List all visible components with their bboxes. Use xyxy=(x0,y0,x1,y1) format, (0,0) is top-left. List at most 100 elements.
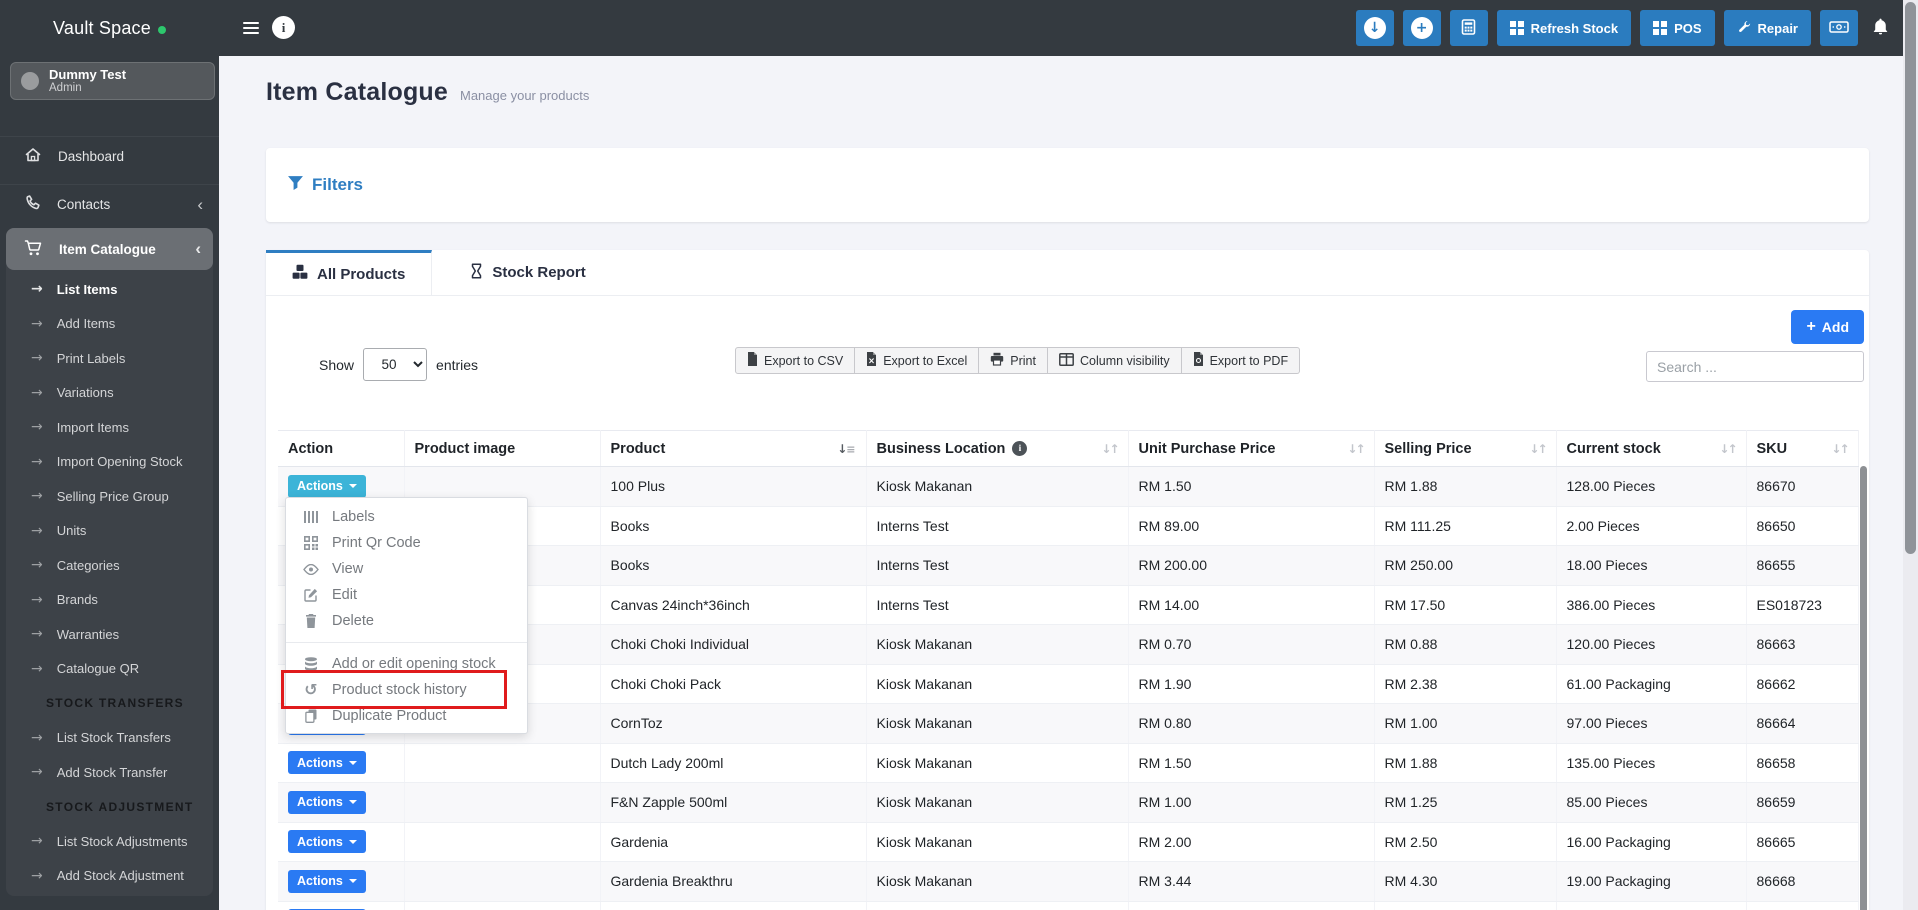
sidebar-item-contacts[interactable]: Contacts ‹ xyxy=(0,184,219,224)
download-circle-button[interactable]: ↓ xyxy=(1355,10,1394,46)
col-selling-price[interactable]: Selling Price ↓↑ xyxy=(1374,430,1557,467)
page-scrollbar-thumb[interactable] xyxy=(1905,2,1916,554)
current-stock-cell: 18.00 Pieces xyxy=(1556,545,1747,586)
purchase-price-cell: RM 0.80 xyxy=(1128,703,1375,744)
table-row: Actions F&N Zapple 500ml Kiosk Makanan R… xyxy=(278,782,1859,823)
page-size-control: Show 50 entries xyxy=(319,348,478,381)
col-current-stock[interactable]: Current stock ↓↑ xyxy=(1556,430,1747,467)
export-csv-button[interactable]: Export to CSV xyxy=(735,347,856,374)
caret-down-icon xyxy=(348,839,357,844)
hourglass-icon xyxy=(470,262,483,283)
table-row: Actions Gardenia Breakthru Kiosk Makanan… xyxy=(278,861,1859,902)
search-input[interactable] xyxy=(1646,351,1864,382)
selling-price-cell: RM 0.88 xyxy=(1374,624,1557,665)
filters-card: Filters xyxy=(266,148,1869,222)
arrow-right-icon: → xyxy=(31,488,43,505)
cash-register-button[interactable] xyxy=(1820,10,1858,46)
menu-item-print-qr-code[interactable]: Print Qr Code xyxy=(286,530,527,556)
print-button[interactable]: Print xyxy=(979,347,1048,374)
current-stock-cell: 386.00 Pieces xyxy=(1556,585,1747,625)
col-action: Action xyxy=(278,430,405,467)
menu-item-view[interactable]: View xyxy=(286,556,527,582)
sidebar-item-add-stock-adjustment[interactable]: → Add Stock Adjustment xyxy=(6,859,213,894)
add-circle-button[interactable]: + xyxy=(1402,10,1441,46)
filters-toggle[interactable]: Filters xyxy=(287,174,363,196)
sidebar-item-selling-price-group[interactable]: → Selling Price Group xyxy=(6,479,213,514)
sku-cell: 86663 xyxy=(1746,624,1859,665)
arrow-right-icon: → xyxy=(31,453,43,470)
calculator-button[interactable] xyxy=(1449,10,1488,46)
current-stock-cell: 85.00 Pieces xyxy=(1556,782,1747,823)
sidebar-item-brands[interactable]: → Brands xyxy=(6,583,213,618)
hamburger-menu-icon[interactable] xyxy=(243,19,261,35)
wrench-icon xyxy=(1737,20,1751,37)
phone-icon xyxy=(24,194,41,215)
purchase-price-cell: RM 3.44 xyxy=(1128,861,1375,902)
arrow-right-icon: → xyxy=(31,315,43,332)
export-pdf-button[interactable]: Export to PDF xyxy=(1181,347,1301,374)
refresh-stock-button[interactable]: Refresh Stock xyxy=(1496,10,1632,46)
brand: Vault Space xyxy=(0,0,219,56)
product-cell: Gardenia Breakthru xyxy=(600,861,867,902)
location-cell: Kiosk Makanan xyxy=(866,664,1129,704)
pos-button[interactable]: POS xyxy=(1640,10,1715,46)
col-product[interactable]: Product ↓≡ xyxy=(600,430,867,467)
printer-icon xyxy=(990,352,1004,369)
purchase-price-cell: RM 0.70 xyxy=(1128,624,1375,665)
product-cell: Gardenia xyxy=(600,822,867,862)
info-circle-icon[interactable]: i xyxy=(1012,441,1028,456)
row-actions-button[interactable]: Actions xyxy=(288,869,366,893)
product-cell: Books xyxy=(600,506,867,546)
export-excel-button[interactable]: Export to Excel xyxy=(855,347,980,374)
selling-price-cell xyxy=(1374,901,1557,910)
sidebar-item-dashboard[interactable]: Dashboard xyxy=(0,136,219,176)
table-scrollbar[interactable] xyxy=(1860,466,1867,910)
tab-all-products[interactable]: All Products xyxy=(266,250,433,295)
sort-icon: ↓↑ xyxy=(1101,441,1119,456)
sidebar-item-warranties[interactable]: → Warranties xyxy=(6,617,213,652)
sidebar-item-list-items[interactable]: → List Items xyxy=(6,272,213,307)
bell-icon xyxy=(1872,17,1889,39)
sidebar-item-categories[interactable]: → Categories xyxy=(6,548,213,583)
sidebar-item-add-items[interactable]: → Add Items xyxy=(6,307,213,342)
sidebar-item-print-labels[interactable]: → Print Labels xyxy=(6,341,213,376)
sidebar-item-catalogue-qr[interactable]: → Catalogue QR xyxy=(6,652,213,687)
arrow-right-icon: → xyxy=(31,281,43,298)
menu-item-delete[interactable]: Delete xyxy=(286,608,527,634)
menu-item-duplicate-product[interactable]: Duplicate Product xyxy=(286,703,527,729)
menu-item-edit[interactable]: Edit xyxy=(286,582,527,608)
location-cell: Interns Test xyxy=(866,545,1129,586)
row-actions-button[interactable]: Actions xyxy=(288,751,366,775)
info-icon[interactable]: i xyxy=(272,16,295,39)
tab-stock-report[interactable]: Stock Report xyxy=(444,250,611,295)
sidebar-item-units[interactable]: → Units xyxy=(6,514,213,549)
sidebar-item-variations[interactable]: → Variations xyxy=(6,376,213,411)
add-button[interactable]: + Add xyxy=(1791,310,1864,344)
notifications-button[interactable] xyxy=(1867,10,1893,46)
sidebar-item-import-items[interactable]: → Import Items xyxy=(6,410,213,445)
repair-button[interactable]: Repair xyxy=(1723,10,1811,46)
page-size-select[interactable]: 50 xyxy=(363,348,428,381)
sidebar-item-list-stock-transfers[interactable]: → List Stock Transfers xyxy=(6,721,213,756)
col-business-location[interactable]: Business Location i ↓↑ xyxy=(866,430,1129,467)
row-actions-button[interactable]: Actions xyxy=(288,830,366,854)
page-scrollbar[interactable] xyxy=(1903,0,1918,910)
sidebar-item-import-opening-stock[interactable]: → Import Opening Stock xyxy=(6,445,213,480)
row-actions-button[interactable]: Actions xyxy=(288,474,366,498)
sku-cell: 86659 xyxy=(1746,782,1859,823)
arrow-right-icon: → xyxy=(31,729,43,746)
sidebar-item-item-catalogue[interactable]: Item Catalogue ‹ xyxy=(6,228,213,270)
product-cell: Choki Choki Individual xyxy=(600,624,867,665)
sidebar-item-add-stock-transfer[interactable]: → Add Stock Transfer xyxy=(6,755,213,790)
user-card[interactable]: Dummy Test Admin xyxy=(10,62,215,100)
column-visibility-button[interactable]: Column visibility xyxy=(1047,347,1182,374)
menu-item-add-or-edit-opening-stock[interactable]: Add or edit opening stock xyxy=(286,651,527,677)
menu-item-product-stock-history[interactable]: ↺ Product stock history xyxy=(286,677,527,703)
selling-price-cell: RM 111.25 xyxy=(1374,506,1557,546)
sidebar-item-list-stock-adjustments[interactable]: → List Stock Adjustments xyxy=(6,824,213,859)
col-sku[interactable]: SKU ↓↑ xyxy=(1746,430,1859,467)
col-unit-purchase-price[interactable]: Unit Purchase Price ↓↑ xyxy=(1128,430,1375,467)
menu-item-labels[interactable]: Labels xyxy=(286,504,527,530)
database-icon xyxy=(301,657,321,671)
row-actions-button[interactable]: Actions xyxy=(288,790,366,814)
